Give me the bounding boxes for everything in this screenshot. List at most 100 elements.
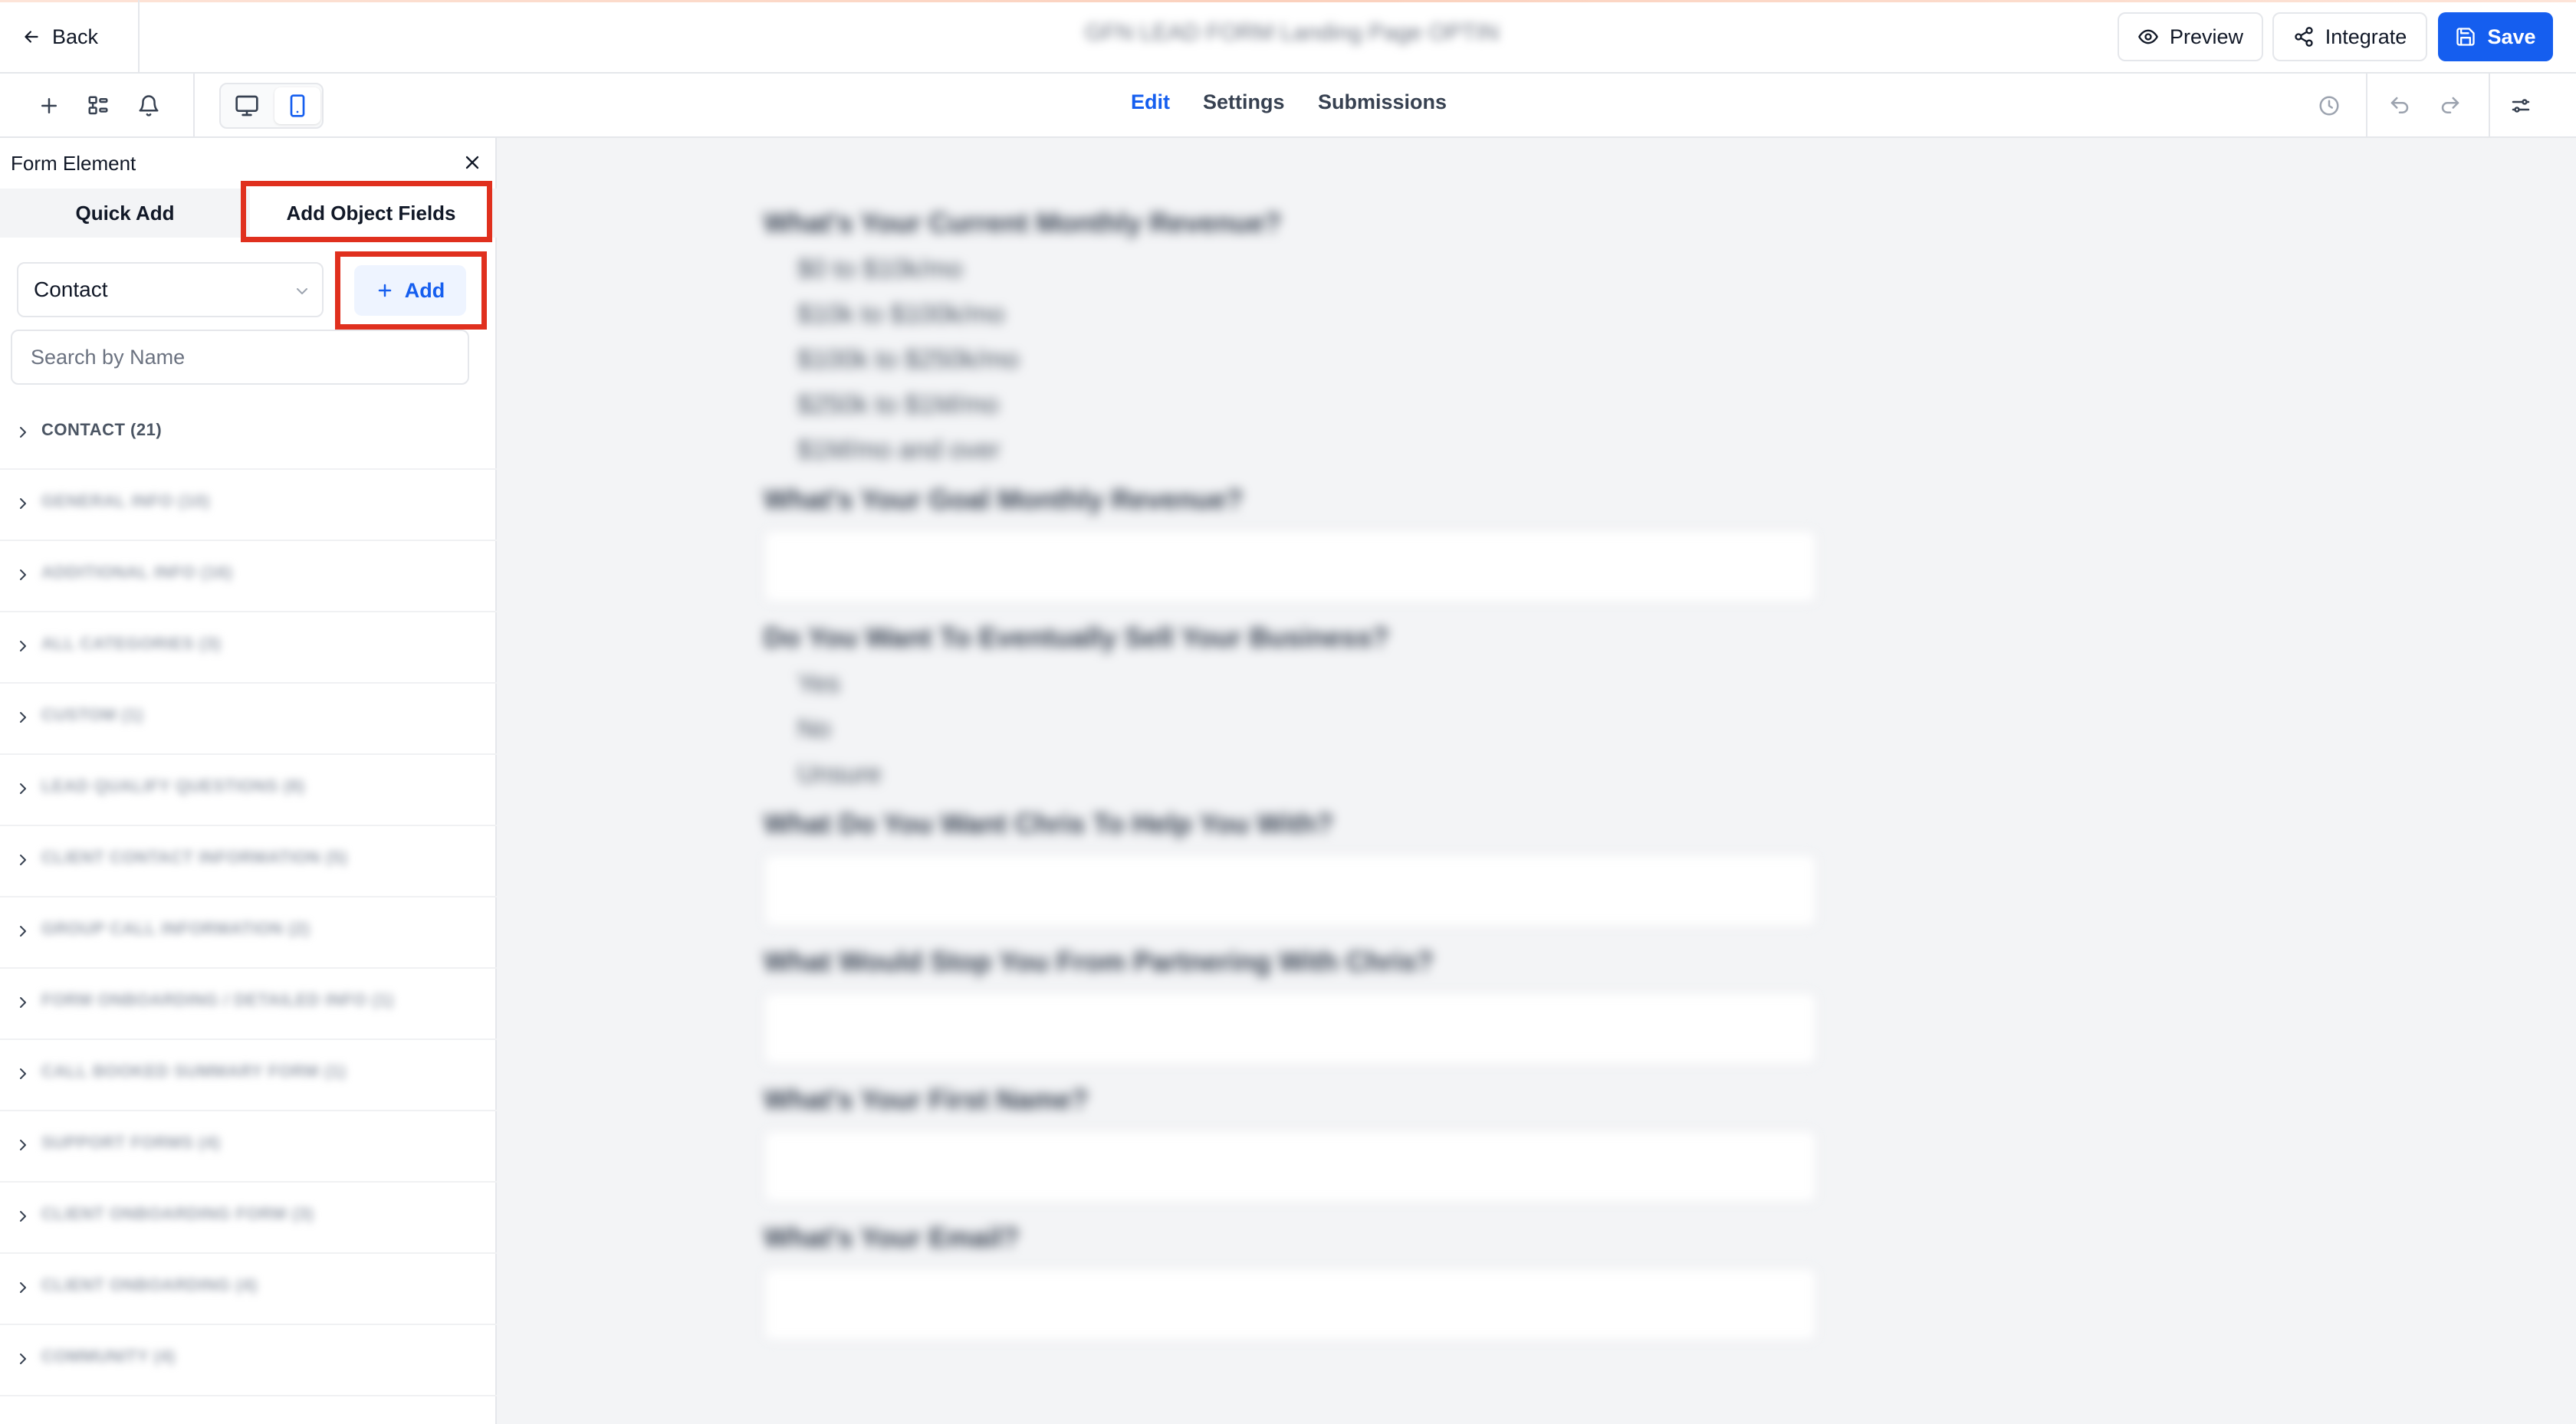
field-group-row[interactable]: CONTACT (21) [0, 399, 497, 470]
form-preview[interactable]: What's Your Current Monthly Revenue? $0 … [764, 207, 1817, 1341]
object-select-value: Contact [34, 277, 108, 301]
form-canvas: What's Your Current Monthly Revenue? $0 … [498, 138, 2576, 1424]
toolbar-divider [2366, 74, 2367, 138]
field-group-label: GROUP CALL INFORMATION (2) [41, 919, 310, 938]
chevron-right-icon [20, 498, 26, 509]
field-group-label: ADDITIONAL INFO (16) [41, 563, 233, 582]
field-group-row[interactable]: GROUP CALL INFORMATION (2) [0, 897, 497, 969]
field-group-label: SUPPORT FORMS (4) [41, 1133, 221, 1152]
chevron-right-icon [20, 926, 26, 937]
field-group-row[interactable]: CLIENT CONTACT INFORMATION (5) [0, 826, 497, 897]
field-group-label: CUSTOM (1) [41, 705, 143, 724]
sliders-icon [2512, 99, 2530, 113]
field-group-row[interactable]: LEAD QUALIFY QUESTIONS (8) [0, 755, 497, 826]
redo-icon [2441, 97, 2459, 113]
preview-button[interactable]: Preview [2118, 12, 2263, 61]
field-group-row[interactable]: GENERAL INFO (10) [0, 470, 497, 541]
tab-quick-add[interactable]: Quick Add [0, 189, 250, 238]
desktop-icon [235, 95, 258, 116]
question-label: What's Your Email? [764, 1222, 1020, 1253]
field-group-label: CALL BOOKED SUMMARY FORM (1) [41, 1061, 347, 1081]
undo-button[interactable] [2383, 89, 2417, 123]
integrate-label: Integrate [2325, 25, 2407, 48]
close-icon [465, 156, 479, 169]
plus-icon [378, 284, 391, 297]
search-input[interactable] [11, 330, 469, 385]
undo-icon [2390, 97, 2409, 113]
field-group-label: GENERAL INFO (10) [41, 491, 210, 510]
field-group-row[interactable]: CALL BOOKED SUMMARY FORM (1) [0, 1040, 497, 1111]
field-group-row[interactable]: CLIENT ONBOARDING (4) [0, 1254, 497, 1325]
field-group-label: CONTACT (21) [41, 420, 163, 439]
tab-add-object-fields[interactable]: Add Object Fields [250, 189, 492, 238]
back-divider [138, 0, 140, 74]
toolbar-divider [193, 74, 195, 138]
floppy-disk-icon [2456, 28, 2476, 46]
close-panel-button[interactable] [458, 149, 486, 176]
field-group-row[interactable]: SUPPORT FORMS (4) [0, 1111, 497, 1183]
field-group-row[interactable]: FORM ONBOARDING / DETAILED INFO (1) [0, 969, 497, 1040]
text-field [764, 530, 1817, 603]
desktop-view-button[interactable] [224, 87, 270, 124]
tab-submissions[interactable]: Submissions [1318, 90, 1447, 114]
redo-button[interactable] [2433, 89, 2467, 123]
field-group-row[interactable]: ALL CATEGORIES (3) [0, 612, 497, 684]
settings-sliders-button[interactable] [2504, 89, 2538, 123]
option-label: No [797, 714, 831, 743]
field-group-label: FORM ONBOARDING / DETAILED INFO (1) [41, 990, 394, 1009]
page-title[interactable]: GFN LEAD FORM Landing Page OPTIN [1073, 20, 1510, 54]
add-element-button[interactable] [32, 89, 66, 123]
notifications-button[interactable] [132, 89, 166, 123]
tab-edit[interactable]: Edit [1131, 90, 1170, 114]
field-group-row[interactable]: CLIENT ONBOARDING FORM (3) [0, 1183, 497, 1254]
option-label: $0 to $10k/mo [797, 254, 963, 284]
chevron-right-icon [20, 1068, 26, 1079]
bell-icon [139, 95, 159, 116]
field-group-label: CLIENT ONBOARDING (4) [41, 1275, 258, 1294]
option-label: Yes [797, 669, 840, 698]
tab-settings[interactable]: Settings [1203, 90, 1285, 114]
eye-icon [2138, 29, 2158, 44]
chevron-right-icon [20, 997, 26, 1008]
chevron-right-icon [20, 1211, 26, 1222]
text-field [764, 1268, 1817, 1341]
integrate-button[interactable]: Integrate [2272, 12, 2427, 61]
chevron-right-icon [20, 1353, 26, 1364]
save-label: Save [2487, 25, 2536, 48]
mobile-view-button[interactable] [274, 87, 320, 124]
chevron-right-icon [20, 1140, 26, 1150]
toolbar-divider [2489, 74, 2490, 138]
mobile-icon [290, 94, 305, 117]
question-label: What's Your First Name? [764, 1084, 1089, 1115]
question-label: What's Your Current Monthly Revenue? [764, 207, 1282, 238]
question-label: What's Your Goal Monthly Revenue? [764, 484, 1244, 515]
form-element-panel: Form Element Quick Add Add Object Fields… [0, 138, 497, 1424]
field-group-row[interactable]: COMMUNITY (4) [0, 1325, 497, 1396]
panel-tabs: Quick Add Add Object Fields [0, 189, 497, 238]
add-object-button[interactable]: Add [354, 265, 466, 316]
preview-label: Preview [2169, 25, 2244, 48]
chevron-right-icon [20, 569, 26, 580]
chevron-right-icon [20, 427, 26, 438]
chevron-right-icon [20, 1282, 26, 1293]
question-label: What Do You Want Chris To Help You With? [764, 808, 1333, 839]
field-group-row[interactable]: CUSTOM (1) [0, 684, 497, 755]
text-field [764, 854, 1817, 927]
object-select[interactable]: Contact [17, 262, 324, 317]
layers-button[interactable] [81, 89, 115, 123]
share-icon [2295, 27, 2313, 47]
panel-title: Form Element [11, 152, 136, 175]
field-group-row[interactable]: ADDITIONAL INFO (16) [0, 541, 497, 612]
back-label: Back [52, 25, 99, 48]
add-label: Add [404, 278, 445, 302]
field-group-label: ALL CATEGORIES (3) [41, 634, 222, 653]
save-button[interactable]: Save [2438, 12, 2553, 61]
layers-icon [88, 96, 108, 115]
arrow-left-icon [25, 31, 38, 43]
chevron-right-icon [20, 712, 26, 723]
option-label: $100k to $250k/mo [797, 345, 1020, 374]
history-button[interactable] [2312, 89, 2346, 123]
back-button[interactable]: Back [21, 21, 98, 52]
device-toggle [219, 83, 324, 129]
question-label: What Would Stop You From Partnering With… [764, 946, 1434, 977]
